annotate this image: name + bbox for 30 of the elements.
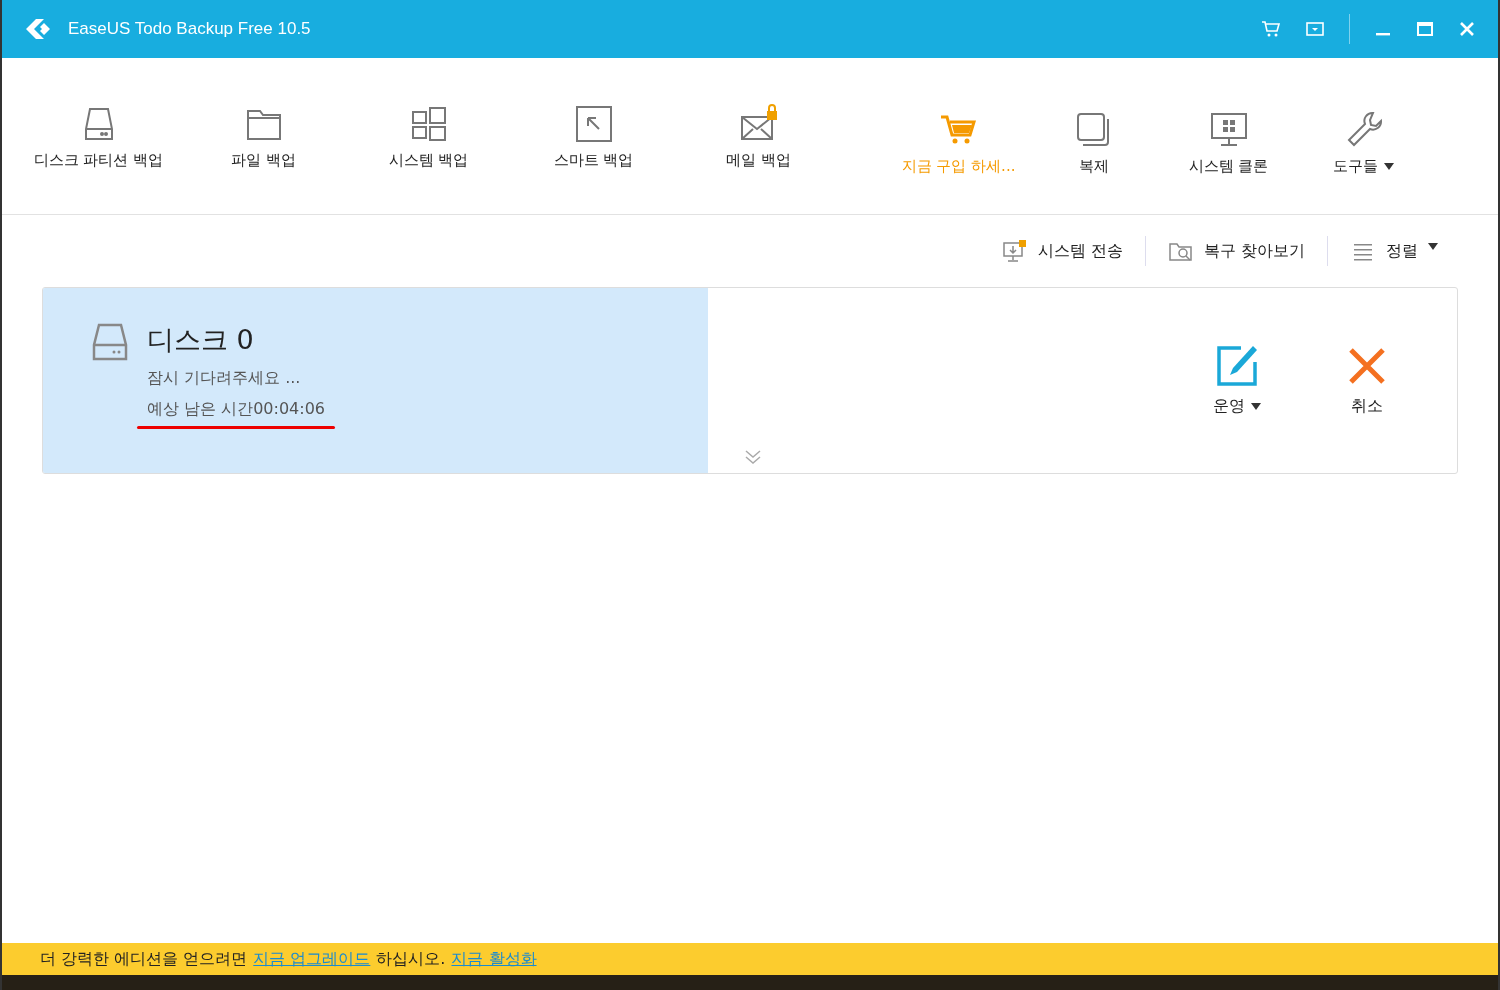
drive-icon: [91, 322, 129, 362]
window-menu-icon[interactable]: [1305, 20, 1325, 38]
caret-icon: [1251, 403, 1261, 410]
status-text: 잠시 기다려주세요 ...: [147, 368, 302, 389]
toolbar-button[interactable]: 도구들: [1296, 96, 1431, 176]
remaining-time: 예상 남은 시간00:04:06: [147, 399, 326, 420]
close-icon[interactable]: [1458, 20, 1476, 38]
disk-title: 디스크 0: [147, 323, 255, 357]
maximize-icon[interactable]: [1416, 20, 1434, 38]
toolbar-button[interactable]: 메일 백업: [676, 102, 841, 170]
toolbar-button[interactable]: 시스템 백업: [346, 102, 511, 170]
caret-icon: [1384, 162, 1394, 170]
toolbar-button[interactable]: 복제: [1026, 96, 1161, 176]
action-button[interactable]: 정렬: [1350, 239, 1438, 263]
toolbar-button[interactable]: 디스크 파티션 백업: [16, 102, 181, 170]
banner-text: 하십시오.: [376, 948, 446, 970]
edit-icon: [1215, 344, 1259, 388]
toolbar-button[interactable]: 파일 백업: [181, 102, 346, 170]
toolbar-button[interactable]: 스마트 백업: [511, 102, 676, 170]
toolbar-button[interactable]: 시스템 클론: [1161, 96, 1296, 176]
task-button[interactable]: 운영: [1197, 344, 1277, 417]
double-chevron-icon[interactable]: [743, 449, 763, 465]
cart-icon[interactable]: [1261, 20, 1281, 38]
task-button[interactable]: 취소: [1327, 344, 1407, 417]
monitor-lock-icon: [1001, 239, 1028, 263]
window-title: EaseUS Todo Backup Free 10.5: [68, 19, 311, 39]
action-button[interactable]: 복구 찾아보기: [1167, 239, 1305, 263]
caret-icon: [1428, 243, 1438, 250]
banner-text: 더 강력한 에디션을 얻으려면: [40, 948, 248, 970]
action-button[interactable]: 시스템 전송: [1001, 239, 1123, 263]
